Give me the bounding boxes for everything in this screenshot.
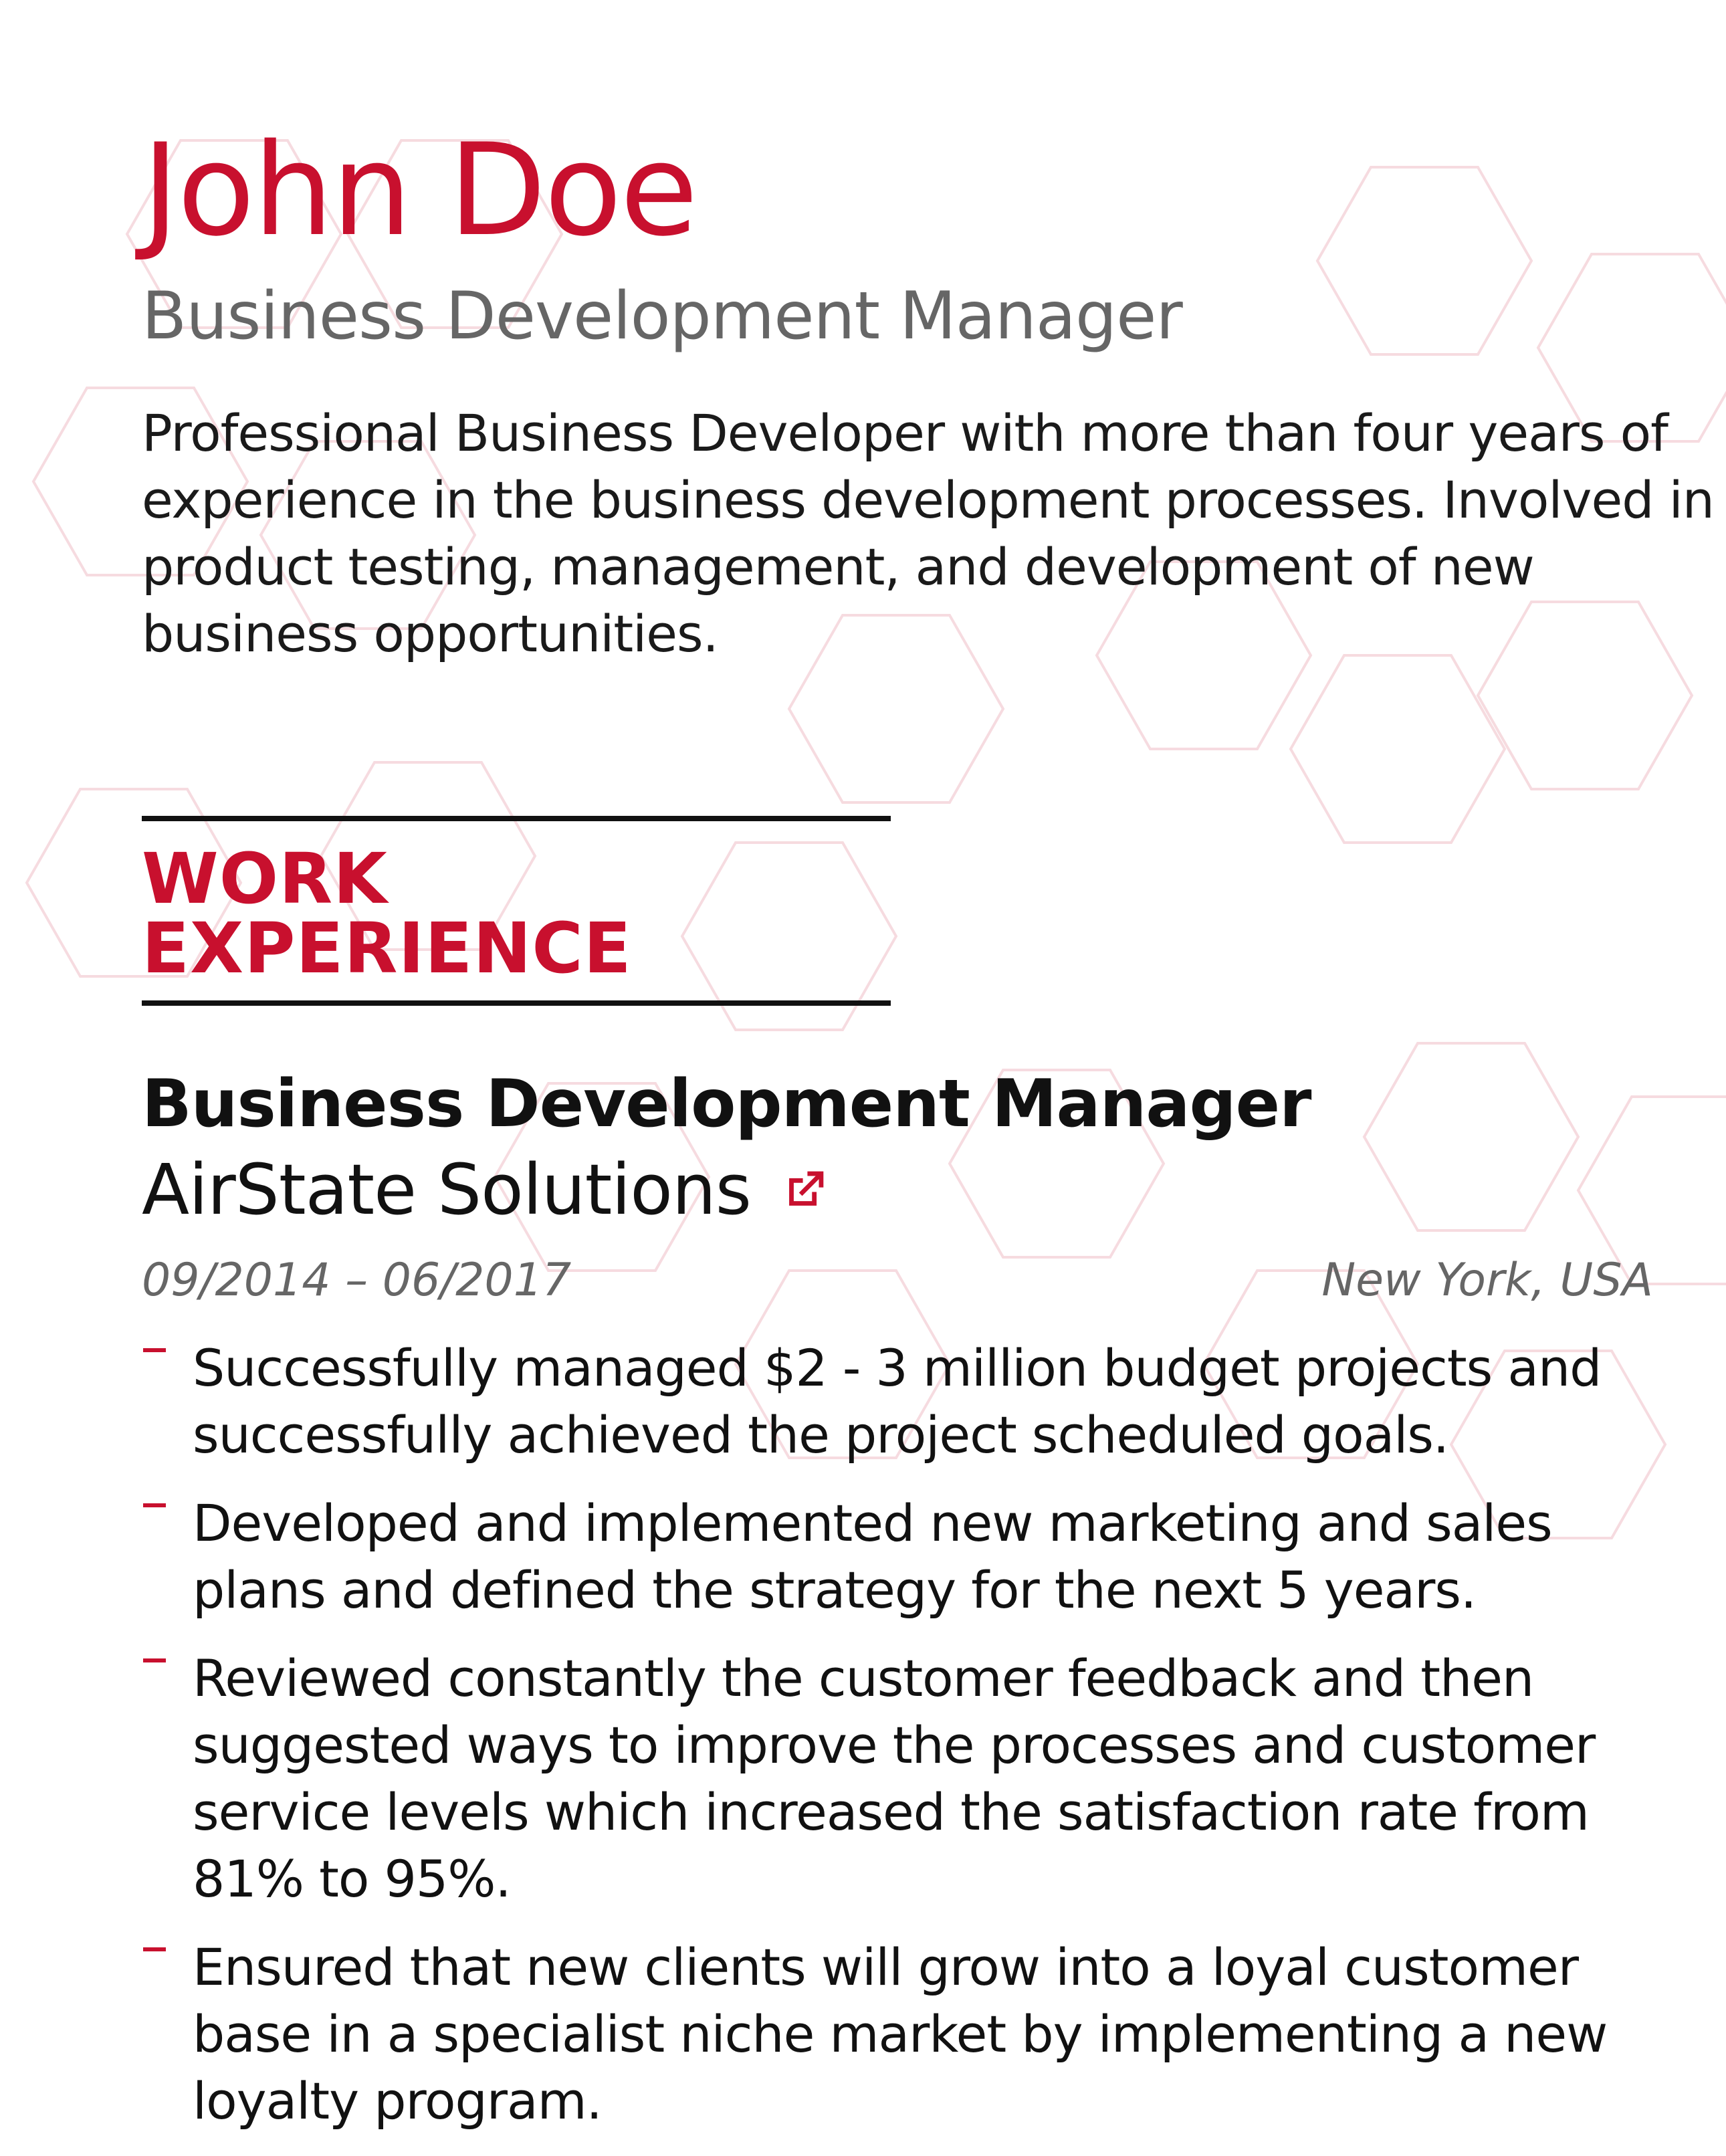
bullet-line: suggested ways to improve the processes … [193, 1715, 1596, 1775]
company-name: AirState Solutions [142, 1148, 752, 1230]
professional-summary: Professional Business Developer with mor… [142, 400, 1720, 667]
summary-line: business opportunities. [142, 603, 719, 663]
job-dates: 09/2014 – 06/2017 [142, 1253, 572, 1307]
section-title: WORK EXPERIENCE [142, 837, 632, 989]
bullet-line: successfully achieved the project schedu… [193, 1404, 1449, 1465]
summary-line: Professional Business Developer with mor… [142, 403, 1668, 463]
dash-icon [143, 1658, 166, 1662]
job-bullet: Reviewed constantly the customer feedbac… [142, 1645, 1673, 1913]
candidate-name: John Doe [142, 116, 698, 264]
bullet-line: plans and defined the strategy for the n… [193, 1559, 1477, 1620]
company-row: AirState Solutions [142, 1148, 1673, 1230]
dash-icon [143, 1348, 166, 1352]
bullet-line: service levels which increased the satis… [193, 1782, 1590, 1842]
dash-icon [143, 1503, 166, 1507]
bullet-line: Developed and implemented new marketing … [193, 1493, 1553, 1553]
job-bullet: Developed and implemented new marketing … [142, 1490, 1673, 1624]
summary-line: product testing, management, and develop… [142, 536, 1535, 597]
job-bullet-list: Successfully managed $2 - 3 million budg… [142, 1335, 1673, 2135]
job-title: Business Development Manager [142, 1065, 1311, 1142]
resume-content: John Doe Business Development Manager Pr… [142, 116, 1715, 2156]
bullet-line: Reviewed constantly the customer feedbac… [193, 1648, 1534, 1708]
bullet-line: Successfully managed $2 - 3 million budg… [193, 1337, 1602, 1398]
bullet-line: 81% to 95%. [193, 1848, 512, 1909]
job-location: New York, USA [1321, 1253, 1653, 1307]
job-headline: Business Development Manager [142, 278, 1183, 354]
dash-icon [143, 1947, 166, 1951]
job-bullet: Successfully managed $2 - 3 million budg… [142, 1335, 1673, 1469]
work-experience-section-header: WORK EXPERIENCE [142, 815, 891, 1006]
summary-line: experience in the business development p… [142, 469, 1715, 530]
bullet-line: base in a specialist niche market by imp… [193, 2004, 1608, 2064]
external-link-icon[interactable] [778, 1162, 833, 1217]
job-bullet: Ensured that new clients will grow into … [142, 1934, 1673, 2135]
bullet-line: Ensured that new clients will grow into … [193, 1937, 1579, 1997]
bullet-line: loyalty program. [193, 2070, 603, 2131]
job-meta: 09/2014 – 06/2017 New York, USA [142, 1253, 1653, 1308]
